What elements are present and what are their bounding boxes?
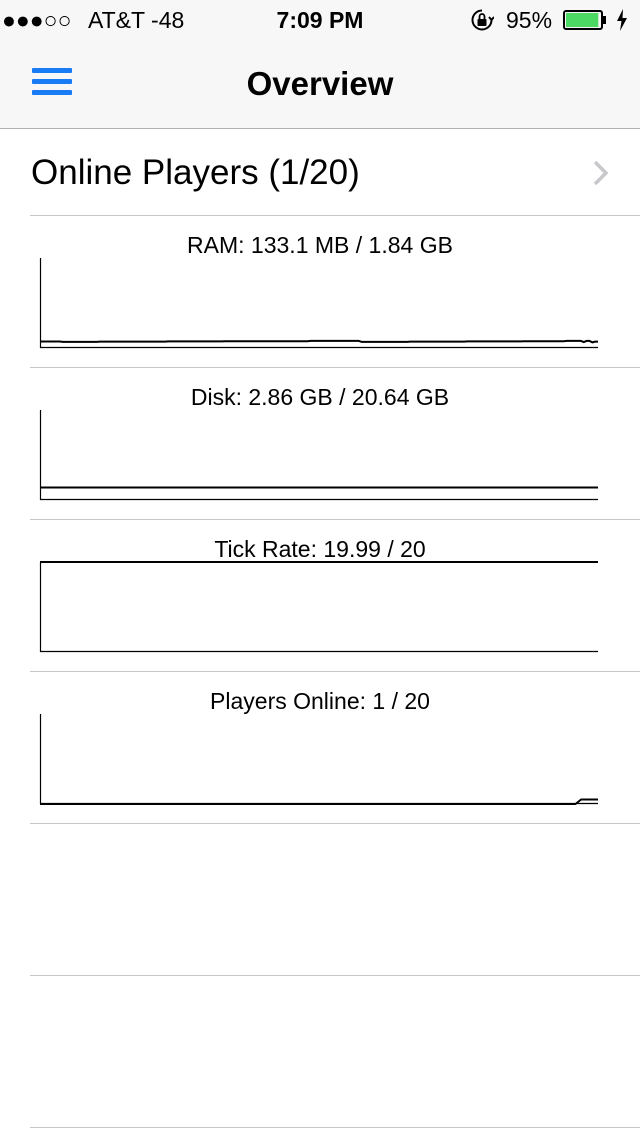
- chart-series-line: [40, 798, 598, 805]
- battery-icon: [563, 10, 606, 30]
- ram-chart: [39, 258, 598, 349]
- divider: [30, 367, 640, 368]
- disk-chart-title: Disk: 2.86 GB / 20.64 GB: [190, 384, 450, 410]
- divider: [30, 519, 640, 520]
- tick-rate-chart: [39, 561, 598, 653]
- divider: [30, 1127, 640, 1128]
- players-online-chart-title: Players Online: 1 / 20: [210, 688, 430, 714]
- divider: [30, 671, 640, 672]
- navigation-bar: Overview: [0, 40, 640, 129]
- divider: [30, 823, 640, 824]
- players-online-chart: [39, 714, 598, 805]
- tick-rate-chart-title: Tick Rate: 19.99 / 20: [214, 536, 426, 562]
- chart-series-line: [40, 339, 598, 344]
- chevron-right-icon: [593, 160, 609, 186]
- divider: [30, 975, 640, 976]
- disk-chart: [39, 410, 598, 501]
- divider: [30, 215, 640, 216]
- status-bar: ●●●○○ AT&T -48 7:09 PM 95%: [0, 0, 640, 40]
- charging-bolt-icon: [617, 9, 627, 31]
- ram-chart-title: RAM: 133.1 MB / 1.84 GB: [187, 232, 453, 258]
- orientation-lock-icon: [471, 9, 494, 31]
- battery-percent: 95%: [506, 7, 553, 33]
- online-players-label: Online Players (1/20): [31, 153, 360, 192]
- page-title: Overview: [246, 65, 394, 102]
- online-players-row[interactable]: Online Players (1/20): [0, 129, 640, 215]
